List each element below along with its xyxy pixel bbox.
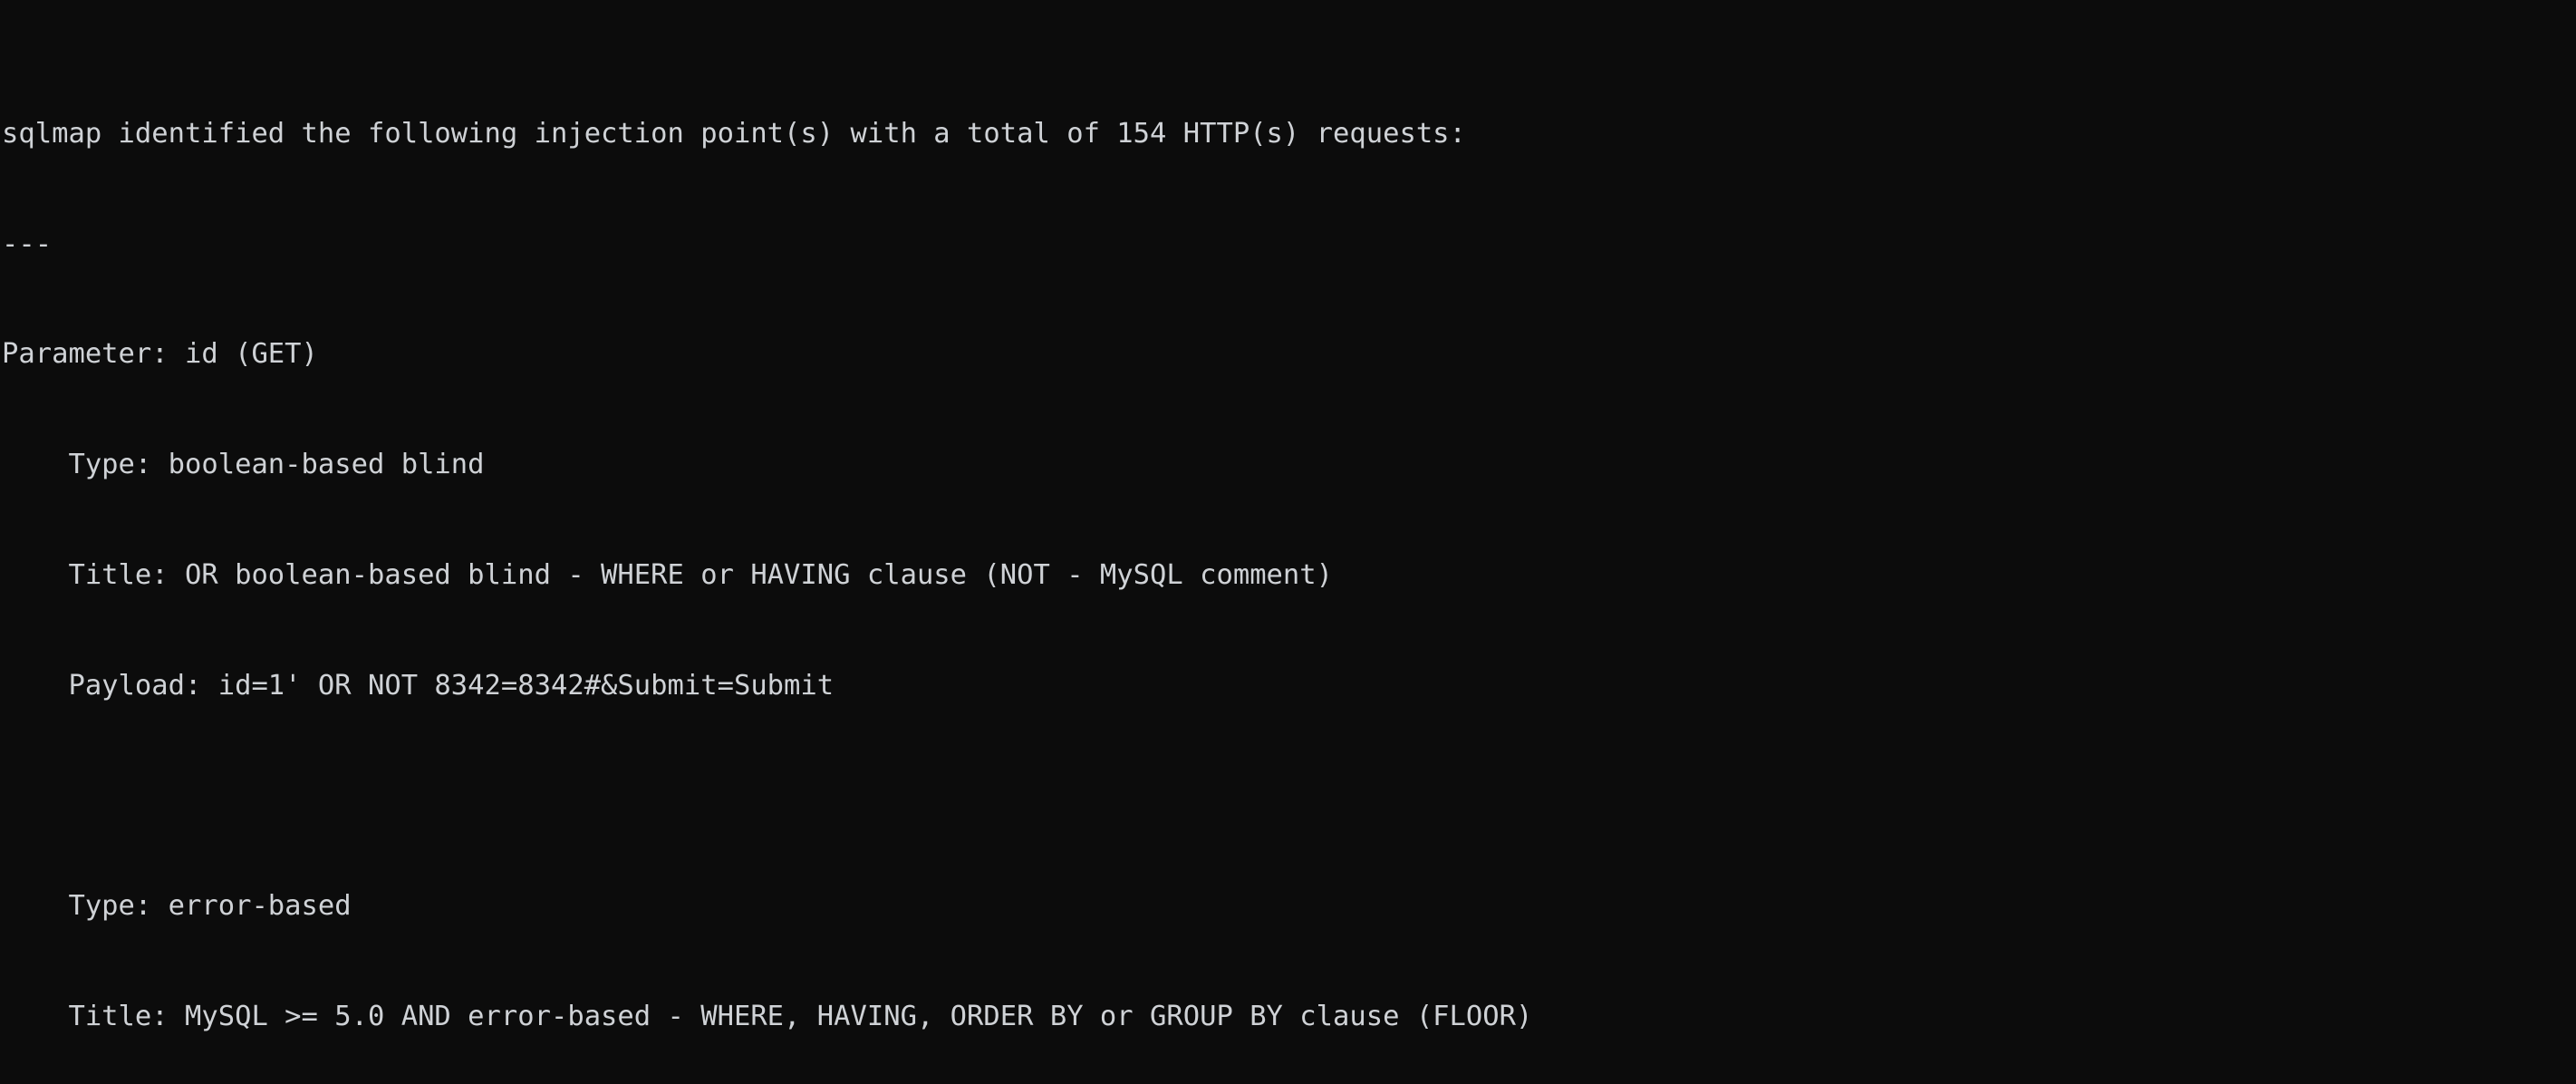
line-text: Type: boolean-based blind [2, 449, 485, 481]
line-text: Title: OR boolean-based blind - WHERE or… [2, 558, 1334, 591]
terminal-line-parameter: Parameter: id (GET) [2, 336, 2576, 373]
terminal-line-title-boolean: Title: OR boolean-based blind - WHERE or… [2, 557, 2576, 595]
line-text: Payload: id=1' OR NOT 8342=8342#&Submit=… [2, 669, 835, 702]
terminal-line-type-boolean: Type: boolean-based blind [2, 447, 2576, 484]
terminal-line-blank-1 [2, 778, 2576, 815]
terminal-line-header-summary: sqlmap identified the following injectio… [2, 116, 2576, 153]
line-text: Parameter: id (GET) [2, 338, 318, 371]
terminal-line-title-error: Title: MySQL >= 5.0 AND error-based - WH… [2, 999, 2576, 1036]
terminal-output: sqlmap identified the following injectio… [0, 0, 2576, 1084]
terminal-line-separator-top: --- [2, 227, 2576, 264]
line-text: Type: error-based [2, 890, 352, 923]
terminal-line-type-error: Type: error-based [2, 888, 2576, 925]
line-text: Title: MySQL >= 5.0 AND error-based - WH… [2, 1001, 1533, 1033]
terminal-line-payload-boolean: Payload: id=1' OR NOT 8342=8342#&Submit=… [2, 668, 2576, 705]
line-text: --- [2, 227, 53, 260]
line-text: sqlmap identified the following injectio… [2, 117, 1466, 150]
